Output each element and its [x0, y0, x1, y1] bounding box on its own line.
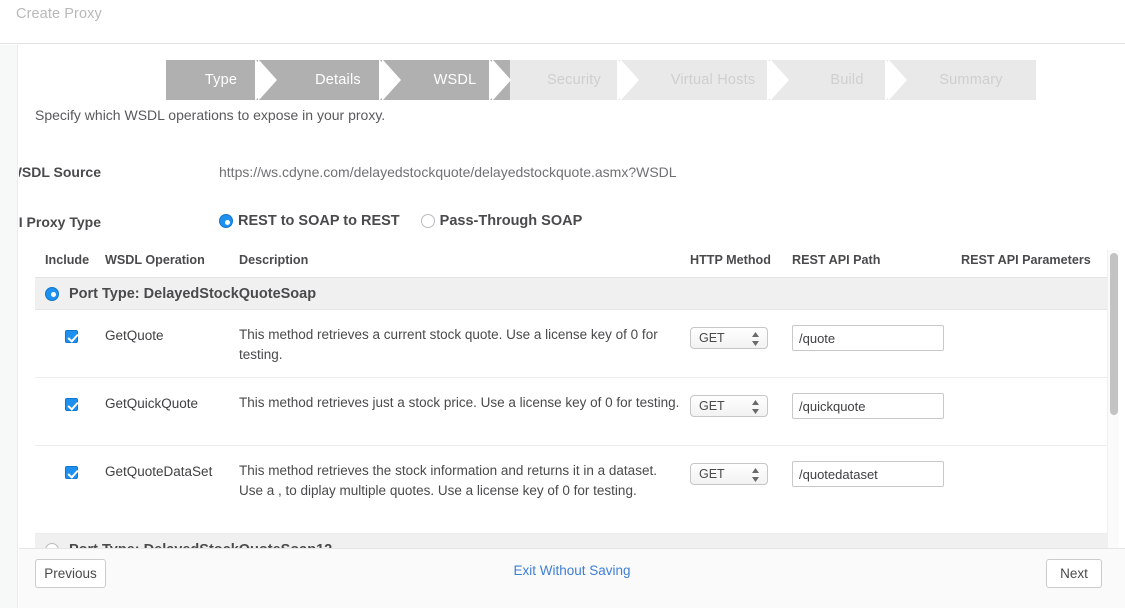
proxy-type-option-label: REST to SOAP to REST	[238, 213, 400, 229]
operation-description: This method retrieves just a stock price…	[239, 393, 681, 413]
radio-checked-icon[interactable]	[219, 214, 233, 228]
wizard-step-chevron-icon	[767, 60, 789, 100]
wizard-step-label: Build	[830, 72, 863, 88]
table-row[interactable]: GetQuickQuote This method retrieves just …	[35, 378, 1110, 446]
rest-api-path-input[interactable]: /quote	[792, 325, 944, 351]
proxy-type-option-1[interactable]: REST to SOAP to REST	[219, 213, 400, 229]
page-description: Specify which WSDL operations to expose …	[35, 107, 385, 123]
wizard-steps: Type Details WSDL Security Virtual Hosts Buil…	[166, 60, 1036, 100]
column-header-rest-params: REST API Parameters	[961, 253, 1091, 267]
wizard-step-label: Details	[315, 72, 361, 88]
rest-api-path-field[interactable]: /quote	[792, 325, 944, 351]
http-method-select[interactable]: GET	[690, 463, 768, 485]
operation-description: This method retrieves the stock informat…	[239, 461, 681, 501]
proxy-type-option-2[interactable]: Pass-Through SOAP	[421, 213, 583, 229]
rest-api-path-input[interactable]: /quickquote	[792, 393, 944, 419]
include-checkbox[interactable]	[65, 398, 78, 416]
checkbox-checked-icon[interactable]	[65, 330, 78, 343]
wizard-content: Type Details WSDL Security Virtual Hosts Buil…	[19, 45, 1125, 548]
port-type-row[interactable]: Port Type: DelayedStockQuoteSoap	[35, 278, 1110, 310]
table-scrollbar[interactable]	[1107, 250, 1119, 548]
rest-api-path-field[interactable]: /quickquote	[792, 393, 944, 419]
wsdl-operation-name: GetQuoteDataSet	[105, 464, 212, 479]
operation-description: This method retrieves a current stock qu…	[239, 325, 681, 365]
column-header-http-method: HTTP Method	[690, 253, 771, 267]
http-method-select-box[interactable]: GET	[690, 327, 768, 349]
http-method-value: GET	[699, 331, 725, 345]
include-checkbox[interactable]	[65, 466, 78, 484]
api-proxy-type-radio-group[interactable]: REST to SOAP to REST Pass-Through SOAP	[219, 213, 582, 229]
wizard-step-label: Virtual Hosts	[671, 72, 756, 88]
port-type-label: Port Type: DelayedStockQuoteSoap	[69, 286, 316, 302]
wizard-step-chevron-icon	[379, 60, 401, 100]
checkbox-checked-icon[interactable]	[65, 398, 78, 411]
api-proxy-type-label: API Proxy Type	[19, 214, 101, 230]
rest-api-path-value: /quickquote	[799, 399, 866, 414]
api-proxy-type-row: API Proxy Type REST to SOAP to REST Pass-…	[19, 214, 919, 236]
checkbox-checked-icon[interactable]	[65, 466, 78, 479]
wsdl-source-value: https://ws.cdyne.com/delayedstockquote/d…	[219, 164, 677, 180]
wsdl-source-row: WSDL Source https://ws.cdyne.com/delayed…	[19, 164, 919, 186]
wizard-step-label: Security	[547, 72, 601, 88]
table-row[interactable]: GetQuoteDataSet This method retrieves the…	[35, 446, 1110, 534]
wsdl-source-label: WSDL Source	[19, 164, 101, 180]
wizard-step-details[interactable]: Details	[276, 60, 400, 100]
wizard-step-label: Summary	[939, 72, 1002, 88]
http-method-value: GET	[699, 399, 725, 413]
http-method-select[interactable]: GET	[690, 395, 768, 417]
port-type-row[interactable]: Port Type: DelayedStockQuoteSoap12	[35, 534, 1110, 548]
table-scrollbar-thumb[interactable]	[1110, 253, 1118, 415]
next-button[interactable]: Next	[1046, 559, 1102, 588]
wizard-step-chevron-icon	[885, 60, 907, 100]
rest-api-path-field[interactable]: /quotedataset	[792, 461, 944, 487]
table-body: Port Type: DelayedStockQuoteSoap GetQuote…	[35, 278, 1110, 548]
wizard-step-build[interactable]: Build	[788, 60, 906, 100]
http-method-select[interactable]: GET	[690, 327, 768, 349]
wizard-step-security[interactable]: Security	[510, 60, 638, 100]
rest-api-path-value: /quotedataset	[799, 467, 878, 482]
wizard-step-summary[interactable]: Summary	[906, 60, 1036, 100]
exit-without-saving-link[interactable]: Exit Without Saving	[19, 563, 1125, 578]
include-checkbox[interactable]	[65, 330, 78, 348]
rest-api-path-value: /quote	[799, 331, 835, 346]
column-header-operation: WSDL Operation	[105, 253, 205, 267]
left-rail	[0, 45, 18, 608]
wizard-step-chevron-icon	[489, 60, 511, 100]
rest-api-path-input[interactable]: /quotedataset	[792, 461, 944, 487]
wsdl-operation-name: GetQuote	[105, 328, 164, 343]
wizard-step-wsdl[interactable]: WSDL	[400, 60, 510, 100]
radio-unchecked-icon[interactable]	[421, 214, 435, 228]
wizard-step-chevron-icon	[617, 60, 639, 100]
http-method-select-box[interactable]: GET	[690, 463, 768, 485]
http-method-value: GET	[699, 467, 725, 481]
column-header-description: Description	[239, 253, 308, 267]
column-header-include: Include	[45, 253, 89, 267]
wizard-footer: Previous Exit Without Saving Next	[19, 548, 1125, 608]
wsdl-operation-name: GetQuickQuote	[105, 396, 198, 411]
wizard-step-chevron-icon	[255, 60, 277, 100]
http-method-select-box[interactable]: GET	[690, 395, 768, 417]
wizard-step-label: Type	[205, 72, 237, 88]
table-header-row: Include WSDL Operation Description HTTP …	[35, 250, 1110, 278]
wizard-step-virtual-hosts[interactable]: Virtual Hosts	[638, 60, 788, 100]
page-title: Create Proxy	[16, 6, 102, 22]
wizard-step-type[interactable]: Type	[166, 60, 276, 100]
table-row[interactable]: GetQuote This method retrieves a current …	[35, 310, 1110, 378]
wsdl-operations-table: Include WSDL Operation Description HTTP …	[35, 250, 1110, 548]
create-proxy-wizard: Create Proxy Type Details WSDL Security Virt…	[0, 0, 1125, 608]
wizard-step-label: WSDL	[434, 72, 477, 88]
column-header-rest-path: REST API Path	[792, 253, 880, 267]
app-topbar: Create Proxy	[0, 0, 1125, 44]
radio-checked-icon[interactable]	[45, 287, 59, 301]
proxy-type-option-label: Pass-Through SOAP	[440, 213, 583, 229]
